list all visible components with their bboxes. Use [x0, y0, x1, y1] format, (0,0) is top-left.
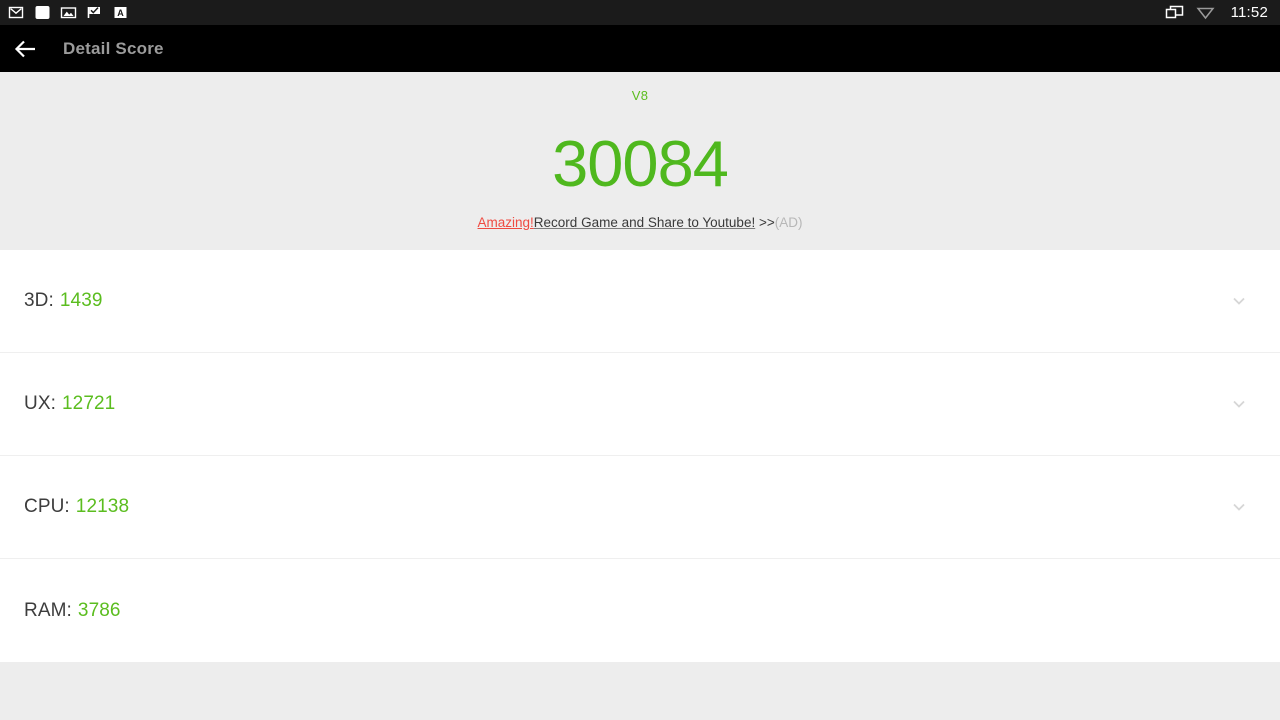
letter-a-icon: A	[112, 4, 129, 21]
score-label: CPU:	[24, 496, 70, 517]
score-breakdown-list: 3D: 1439 UX: 12721 CPU: 12138 RAM: 3786	[0, 250, 1280, 662]
chevron-down-icon[interactable]	[1228, 393, 1250, 415]
app-white-square-icon	[34, 4, 51, 21]
gmail-icon	[8, 4, 25, 21]
back-button[interactable]	[2, 25, 50, 72]
score-summary-panel: V8 30084 Amazing!Record Game and Share t…	[0, 72, 1280, 250]
back-arrow-icon	[14, 40, 35, 57]
page-title: Detail Score	[63, 38, 164, 58]
status-bar-system-icons: 11:52	[1165, 4, 1268, 21]
score-value: 12138	[75, 496, 130, 517]
score-value: 1439	[59, 290, 103, 311]
photos-icon	[60, 4, 77, 21]
ad-label: (AD)	[774, 215, 803, 230]
score-label: RAM:	[24, 599, 72, 621]
chevron-down-icon[interactable]	[1228, 496, 1250, 518]
score-row-cpu[interactable]: CPU: 12138	[0, 456, 1280, 559]
score-value: 12721	[61, 393, 116, 414]
bottom-background	[0, 662, 1280, 720]
cast-screen-icon	[1165, 4, 1183, 21]
action-bar: Detail Score	[0, 25, 1280, 72]
wifi-icon	[1196, 4, 1215, 21]
check-flag-icon	[86, 4, 103, 21]
score-row-ux[interactable]: UX: 12721	[0, 353, 1280, 456]
status-bar-notification-icons: A	[8, 4, 1165, 21]
benchmark-version-label: V8	[631, 88, 649, 103]
status-bar-clock: 11:52	[1230, 4, 1268, 21]
ad-highlight-text[interactable]: Amazing!	[478, 215, 534, 230]
chevron-down-icon[interactable]	[1228, 290, 1250, 312]
score-row-3d[interactable]: 3D: 1439	[0, 250, 1280, 353]
ad-body-text[interactable]: Record Game and Share to Youtube!	[534, 215, 755, 230]
score-value: 3786	[77, 599, 121, 621]
total-score-value: 30084	[552, 127, 729, 200]
score-label: 3D:	[24, 290, 54, 311]
ad-arrows-text[interactable]: >>	[755, 215, 775, 230]
score-label: UX:	[24, 393, 56, 414]
svg-text:A: A	[117, 8, 124, 18]
score-row-ram[interactable]: RAM: 3786	[0, 559, 1280, 662]
status-bar: A 11:52	[0, 0, 1280, 25]
ad-banner[interactable]: Amazing!Record Game and Share to Youtube…	[0, 215, 1280, 231]
